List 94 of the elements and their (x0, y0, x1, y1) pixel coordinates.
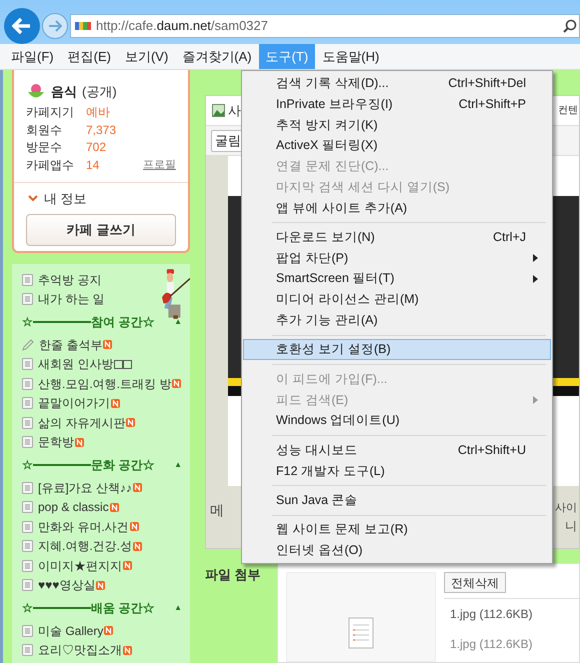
url-text: http://cafe.daum.net/sam0327 (96, 17, 268, 36)
board-link[interactable]: 삶의 자유게시판 (38, 414, 126, 432)
guitarist-drawing (162, 268, 190, 320)
document-icon (348, 617, 374, 649)
document-icon (22, 579, 33, 592)
board-link[interactable]: 미술 Gallery (38, 622, 104, 640)
board-link[interactable]: pop & classic (38, 498, 109, 516)
chevron-down-icon (28, 194, 38, 202)
document-icon (22, 501, 33, 514)
menu-item[interactable]: Windows 업데이트(U) (243, 410, 551, 432)
menu-bar-item[interactable]: 파일(F) (4, 44, 61, 69)
cafe-title: 음식 (51, 83, 77, 101)
menu-item[interactable]: 성능 대시보드 Ctrl+Shift+U (243, 440, 551, 461)
menu-item[interactable]: F12 개발자 도구(L) (243, 460, 551, 482)
document-icon (22, 482, 33, 494)
stat-value: 예바 (86, 104, 110, 122)
board-link[interactable]: 요리♡맛집소개 (38, 641, 122, 660)
menu-item[interactable]: 미디어 라이선스 관리(M) (243, 289, 551, 310)
board-category-header: 참여 공간☆ (91, 314, 154, 331)
menu-item[interactable]: 검색 기록 삭제(D)... Ctrl+Shift+Del (243, 73, 551, 94)
editor-text: 사이 (555, 501, 577, 516)
board-link[interactable]: 새회원 인사방 (38, 355, 114, 374)
menu-item[interactable]: 다운로드 보기(N) Ctrl+J (243, 226, 551, 248)
document-icon (22, 397, 33, 410)
document-icon (22, 436, 33, 448)
stat-label: 방문수 (26, 139, 63, 156)
address-field[interactable]: http://cafe.daum.net/sam0327 (70, 14, 580, 38)
star-text: ☆ (22, 600, 33, 617)
board-category-header: 문화 공간☆ (91, 457, 154, 474)
write-post-button[interactable]: 카페 글쓰기 (26, 214, 176, 246)
document-icon (22, 274, 33, 286)
menu-bar-item[interactable]: 즐겨찾기(A) (175, 44, 259, 69)
board-link[interactable]: 한줄 출석부 (39, 336, 102, 354)
editor-tab[interactable]: 사 (228, 100, 241, 120)
menu-item[interactable]: 인터넷 옵션(O) (243, 540, 551, 561)
star-text: ☆ (22, 314, 33, 331)
menu-item[interactable]: 팝업 차단(P) (243, 248, 551, 268)
board-link[interactable]: 문학방 (38, 433, 74, 452)
editor-tab[interactable]: 컨텐 (558, 103, 578, 118)
menu-item[interactable]: SmartScreen 필터(T) (243, 268, 551, 290)
document-icon (22, 560, 33, 572)
menu-bar-item[interactable]: 도움말(H) (315, 44, 386, 69)
site-favicon-icon (75, 22, 91, 30)
editor-text: 메 (210, 501, 224, 520)
attachment-label: 파일 첨부 (205, 566, 262, 584)
stat-label: 회원수 (26, 122, 63, 139)
collapse-toggle[interactable]: ▲ (174, 459, 182, 471)
menu-bar-item[interactable]: 편집(E) (60, 44, 118, 69)
cafe-visibility: (공개) (82, 83, 117, 101)
document-icon (22, 520, 33, 533)
stat-value: 14 (86, 156, 100, 174)
menu-item[interactable]: InPrivate 브라우징(I) Ctrl+Shift+P (243, 94, 551, 114)
menu-item[interactable]: 호환성 보기 설정(B) (243, 339, 551, 360)
image-icon (212, 104, 225, 117)
document-icon (22, 540, 33, 552)
editor-text: 니 (565, 518, 577, 534)
document-icon (22, 293, 33, 306)
board-link[interactable]: 만화와 유머.사건 (38, 518, 129, 536)
menu-item[interactable]: 추가 기능 관리(A) (243, 310, 551, 331)
board-category-header: 배움 공간☆ (91, 600, 154, 617)
document-icon (22, 644, 33, 656)
collapse-toggle[interactable]: ▲ (174, 602, 182, 614)
board-link[interactable]: 추억방 공지 (38, 270, 102, 289)
delete-all-button[interactable]: 전체삭제 (444, 572, 506, 593)
board-link[interactable]: 내가 하는 일 (38, 290, 105, 308)
board-link[interactable]: 지혜.여행.건강.성 (38, 537, 132, 556)
stat-value: 702 (86, 139, 106, 156)
back-button[interactable] (4, 8, 40, 44)
file-name: 1.jpg (112.6KB) (450, 606, 534, 623)
stat-value: 7,373 (86, 122, 116, 139)
star-text: ☆ (22, 457, 33, 474)
board-link[interactable]: 산행.모임.여행.트래킹 방 (38, 374, 172, 393)
board-link[interactable]: 이미지★편지지 (38, 556, 122, 575)
profile-link[interactable]: 프로필 (143, 156, 176, 173)
pencil-icon (22, 338, 34, 351)
collapse-toggle[interactable]: ▲ (174, 316, 182, 328)
my-info-link[interactable]: 내 정보 (44, 188, 87, 208)
forward-arrow-icon (48, 20, 62, 32)
document-icon (22, 416, 33, 429)
board-link[interactable]: ♥♥♥영상실 (38, 576, 96, 594)
stat-label: 카페앱수 (26, 156, 75, 174)
menu-item[interactable]: 웹 사이트 문제 보고(R) (243, 519, 551, 540)
back-arrow-icon (12, 17, 32, 35)
menu-item[interactable]: 앱 뷰에 사이트 추가(A) (243, 198, 551, 218)
menu-item[interactable]: Sun Java 콘솔 (243, 490, 551, 511)
board-link[interactable]: 끝말이어가기 (38, 394, 110, 412)
document-icon (22, 624, 33, 637)
file-name: 1.jpg (112.6KB) (450, 636, 534, 653)
document-icon (22, 378, 33, 390)
stat-label: 카페지기 (26, 104, 75, 122)
document-icon (22, 358, 33, 370)
board-link[interactable]: [유료]가요 산책♪♪ (38, 478, 132, 497)
menu-bar-item[interactable]: 보기(V) (118, 44, 176, 69)
search-icon[interactable] (563, 19, 577, 33)
